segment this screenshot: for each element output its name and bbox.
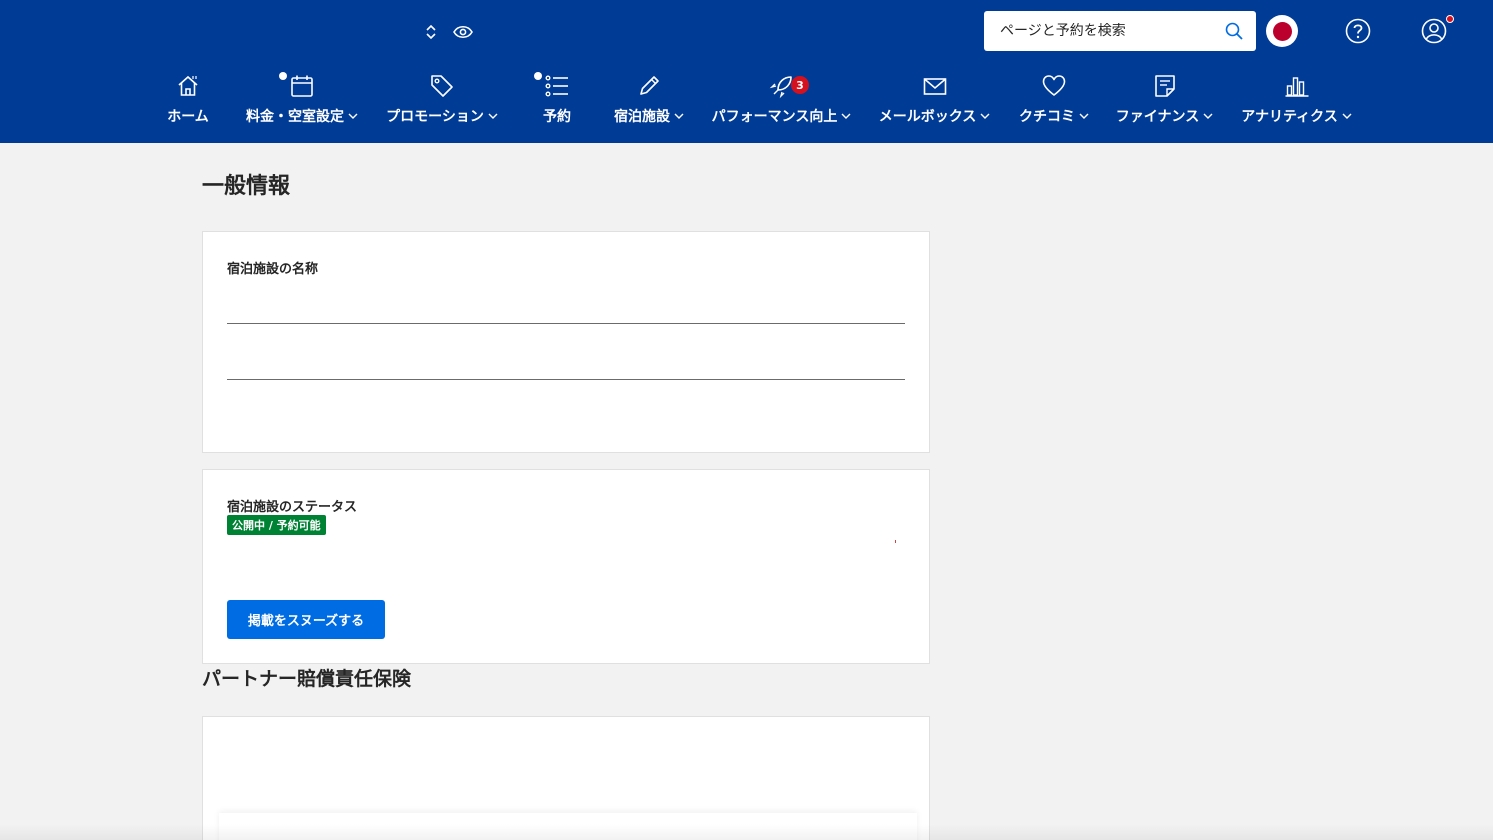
decorative-mark [895,540,896,543]
nav-item-property[interactable]: 宿泊施設 [613,72,685,132]
page-title: 一般情報 [202,174,291,199]
notification-dot [1446,15,1454,23]
nav-item-mailbox[interactable]: メールボックス [878,72,991,132]
nav-item-promotions[interactable]: プロモーション [385,72,499,132]
nav-label: プロモーション [386,109,484,125]
nav-item-reservations[interactable]: 予約 [534,72,574,132]
home-icon [178,75,198,96]
question-circle-icon[interactable] [1344,17,1372,45]
property-name-card: 宿泊施設の名称 [202,231,930,453]
chevron-down-icon [1203,113,1213,119]
nav-count-badge: 3 [791,76,809,94]
nav-label: メールボックス [878,109,977,125]
language-flag-button[interactable] [1266,15,1298,47]
property-name-field-underline[interactable] [227,379,905,380]
chevron-down-icon [348,113,358,119]
nav-item-finance[interactable]: ファイナンス [1115,72,1214,132]
insurance-card [202,716,930,840]
new-indicator-dot [279,72,287,80]
insurance-section-title: パートナー賠償責任保険 [202,668,412,690]
list-icon [545,75,568,97]
heart-icon [1042,75,1066,96]
property-status-label: 宿泊施設のステータス [227,500,358,515]
chevron-down-icon [674,113,684,119]
search-box[interactable] [984,11,1256,51]
envelope-icon [923,78,946,95]
chevron-down-icon [1342,113,1352,119]
nav-item-analytics[interactable]: アナリティクス [1240,72,1353,132]
chevron-down-icon [488,113,498,119]
chevron-up-down-icon[interactable] [422,22,440,42]
property-status-card: 宿泊施設のステータス 公開中 / 予約可能 掲載をスヌーズする [202,469,930,664]
nav-label: ファイナンス [1115,109,1200,125]
chevron-down-icon [1079,113,1089,119]
search-icon[interactable] [1224,21,1244,41]
status-badge: 公開中 / 予約可能 [227,515,326,535]
pencil-icon [640,76,659,95]
snooze-listing-button[interactable]: 掲載をスヌーズする [227,600,385,639]
chevron-down-icon [980,113,990,119]
japan-flag-icon [1272,21,1292,41]
nav-label: ホーム [167,109,209,125]
user-circle-icon[interactable] [1420,17,1448,45]
tag-icon [431,75,453,97]
property-name-label: 宿泊施設の名称 [227,262,319,277]
nav-item-home[interactable]: ホーム [166,72,210,132]
eye-icon[interactable] [452,22,474,42]
invoice-icon [1154,75,1175,97]
nav-label: アナリティクス [1241,109,1338,125]
nav-item-performance[interactable]: 3 パフォーマンス向上 [711,72,852,132]
nav-label: 宿泊施設 [614,109,670,125]
nav-label: クチコミ [1019,109,1075,125]
calendar-icon [291,75,313,97]
nav-label: 予約 [543,109,571,125]
bar-chart-icon [1285,77,1308,97]
top-header: ホーム 料金・空室設定 プロモーション [0,0,1493,143]
new-indicator-dot [534,72,542,80]
chevron-down-icon [841,113,851,119]
nav-label: パフォーマンス向上 [711,109,838,125]
nav-label: 料金・空室設定 [246,109,344,125]
nav-item-rates-availability[interactable]: 料金・空室設定 [245,72,359,132]
bottom-fade [0,824,1493,840]
property-name-field-underline[interactable] [227,323,905,324]
nav-item-reviews[interactable]: クチコミ [1018,72,1090,132]
search-input[interactable] [1000,23,1224,39]
